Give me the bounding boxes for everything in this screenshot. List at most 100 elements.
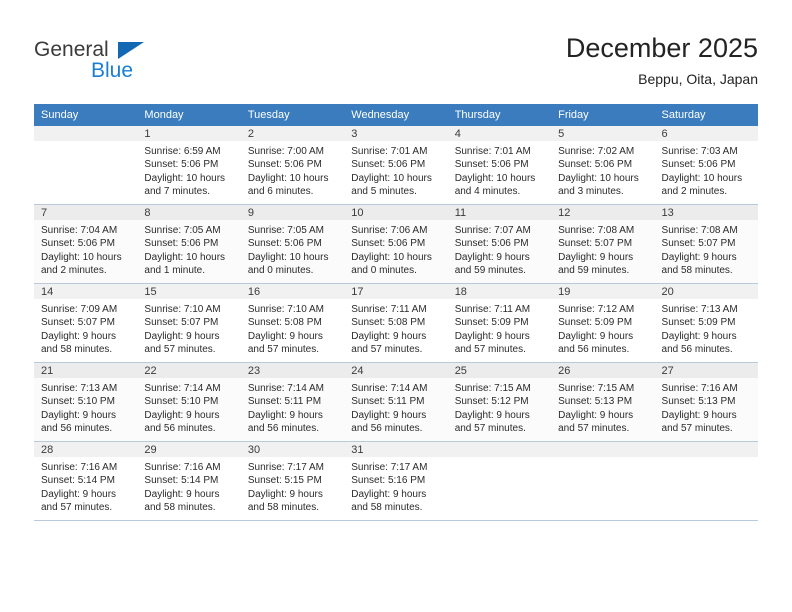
sunrise-time: Sunrise: 7:14 AM: [144, 383, 221, 394]
calendar-day-cell[interactable]: 2 Sunrise: 7:00 AM Sunset: 5:06 PM Daylight…: [240, 126, 345, 204]
sunset-time: Sunset: 5:08 PM: [351, 317, 426, 329]
daylight-duration-line2: and 57 minutes.: [351, 344, 423, 356]
daylight-duration-line1: Daylight: 9 hours: [247, 409, 323, 421]
day-number: 15: [137, 284, 241, 299]
daylight-duration-line2: and 3 minutes.: [558, 186, 624, 198]
sunrise-time: Sunrise: 7:17 AM: [247, 462, 324, 473]
sunset-time: Sunset: 5:10 PM: [41, 396, 115, 408]
weekday-header-thursday: Thursday: [447, 104, 552, 126]
day-number: 24: [344, 363, 448, 378]
calendar-week-row: 21 Sunrise: 7:13 AM Sunset: 5:10 PM Dayligh…: [34, 363, 758, 441]
calendar-day-cell[interactable]: 9 Sunrise: 7:05 AM Sunset: 5:06 PM Daylight…: [240, 205, 345, 283]
calendar-day-cell[interactable]: 29 Sunrise: 7:16 AM Sunset: 5:14 PM Dayligh…: [137, 442, 241, 520]
sunrise-time: Sunrise: 7:04 AM: [41, 225, 118, 236]
calendar-day-cell[interactable]: 15 Sunrise: 7:10 AM Sunset: 5:07 PM Dayligh…: [137, 284, 241, 362]
sunrise-time: Sunrise: 7:14 AM: [247, 383, 324, 394]
day-details: Sunrise: 7:15 AM Sunset: 5:13 PM Daylight:…: [551, 378, 654, 436]
sunrise-time: Sunrise: 7:05 AM: [247, 225, 324, 236]
weekday-header-saturday: Saturday: [654, 104, 758, 126]
daylight-duration-line1: Daylight: 9 hours: [41, 330, 117, 342]
sunset-time: Sunset: 5:13 PM: [558, 396, 633, 408]
daylight-duration-line1: Daylight: 10 hours: [351, 251, 432, 263]
calendar-day-cell[interactable]: 13 Sunrise: 7:08 AM Sunset: 5:07 PM Dayligh…: [654, 205, 758, 283]
calendar-day-cell[interactable]: 27 Sunrise: 7:16 AM Sunset: 5:13 PM Dayligh…: [654, 363, 758, 441]
day-number: 11: [447, 205, 552, 220]
day-details: Sunrise: 7:05 AM Sunset: 5:06 PM Daylight:…: [137, 220, 240, 278]
calendar-day-cell[interactable]: 21 Sunrise: 7:13 AM Sunset: 5:10 PM Dayligh…: [34, 363, 138, 441]
calendar-day-cell-empty: [654, 442, 758, 520]
daylight-duration-line2: and 57 minutes.: [454, 344, 526, 356]
calendar-page: General Blue December 2025 Beppu, Oita, …: [0, 0, 792, 612]
calendar-day-cell[interactable]: 31 Sunrise: 7:17 AM Sunset: 5:16 PM Dayligh…: [344, 442, 448, 520]
day-number: 25: [447, 363, 552, 378]
day-number: 7: [34, 205, 138, 220]
day-details: Sunrise: 7:03 AM Sunset: 5:06 PM Daylight:…: [655, 141, 758, 199]
sunrise-time: Sunrise: 7:15 AM: [558, 383, 635, 394]
day-details: Sunrise: 7:11 AM Sunset: 5:09 PM Daylight:…: [448, 299, 551, 357]
sunset-time: Sunset: 5:14 PM: [41, 475, 115, 487]
daylight-duration-line2: and 56 minutes.: [247, 423, 320, 435]
day-number: 12: [551, 205, 655, 220]
calendar-day-cell[interactable]: 18 Sunrise: 7:11 AM Sunset: 5:09 PM Dayligh…: [447, 284, 552, 362]
sunrise-time: Sunrise: 7:11 AM: [351, 304, 427, 315]
calendar-day-cell[interactable]: 20 Sunrise: 7:13 AM Sunset: 5:09 PM Dayligh…: [654, 284, 758, 362]
calendar-day-cell[interactable]: 6 Sunrise: 7:03 AM Sunset: 5:06 PM Daylight…: [654, 126, 758, 204]
sunset-time: Sunset: 5:06 PM: [661, 159, 736, 171]
calendar-day-cell[interactable]: 10 Sunrise: 7:06 AM Sunset: 5:06 PM Dayligh…: [344, 205, 448, 283]
calendar-day-cell[interactable]: 11 Sunrise: 7:07 AM Sunset: 5:06 PM Dayligh…: [447, 205, 552, 283]
calendar-day-cell[interactable]: 7 Sunrise: 7:04 AM Sunset: 5:06 PM Daylight…: [34, 205, 138, 283]
daylight-duration-line2: and 58 minutes.: [144, 502, 216, 514]
daylight-duration-line2: and 2 minutes.: [661, 186, 728, 198]
daylight-duration-line1: Daylight: 10 hours: [351, 172, 432, 184]
calendar-day-cell[interactable]: 30 Sunrise: 7:17 AM Sunset: 5:15 PM Dayligh…: [240, 442, 345, 520]
daylight-duration-line2: and 56 minutes.: [144, 423, 216, 435]
generalblue-logo[interactable]: General Blue: [34, 38, 234, 88]
calendar-day-cell[interactable]: 3 Sunrise: 7:01 AM Sunset: 5:06 PM Daylight…: [344, 126, 448, 204]
calendar-day-cell[interactable]: 14 Sunrise: 7:09 AM Sunset: 5:07 PM Dayligh…: [34, 284, 138, 362]
sunrise-time: Sunrise: 7:14 AM: [351, 383, 428, 394]
daylight-duration-line2: and 58 minutes.: [351, 502, 423, 514]
daylight-duration-line1: Daylight: 10 hours: [661, 172, 743, 184]
page-subtitle: Beppu, Oita, Japan: [638, 71, 758, 87]
calendar-day-cell[interactable]: 26 Sunrise: 7:15 AM Sunset: 5:13 PM Dayligh…: [551, 363, 655, 441]
day-details: Sunrise: 7:13 AM Sunset: 5:10 PM Daylight:…: [34, 378, 137, 436]
day-number: 9: [240, 205, 345, 220]
sunrise-time: Sunrise: 7:13 AM: [41, 383, 118, 394]
sunset-time: Sunset: 5:07 PM: [41, 317, 115, 329]
calendar-day-cell[interactable]: 16 Sunrise: 7:10 AM Sunset: 5:08 PM Dayligh…: [240, 284, 345, 362]
calendar-day-cell[interactable]: 19 Sunrise: 7:12 AM Sunset: 5:09 PM Dayligh…: [551, 284, 655, 362]
calendar-day-cell[interactable]: 12 Sunrise: 7:08 AM Sunset: 5:07 PM Dayligh…: [551, 205, 655, 283]
daylight-duration-line1: Daylight: 9 hours: [351, 330, 427, 342]
week-separator-line: [34, 520, 758, 521]
sunrise-time: Sunrise: 6:59 AM: [144, 146, 221, 157]
calendar-day-cell[interactable]: 17 Sunrise: 7:11 AM Sunset: 5:08 PM Dayligh…: [344, 284, 448, 362]
daylight-duration-line1: Daylight: 10 hours: [144, 172, 226, 184]
calendar-day-cell[interactable]: 4 Sunrise: 7:01 AM Sunset: 5:06 PM Daylight…: [447, 126, 552, 204]
sunset-time: Sunset: 5:06 PM: [351, 238, 426, 250]
day-details: Sunrise: 7:09 AM Sunset: 5:07 PM Daylight:…: [34, 299, 137, 357]
daylight-duration-line1: Daylight: 9 hours: [351, 409, 427, 421]
calendar-day-cell[interactable]: 22 Sunrise: 7:14 AM Sunset: 5:10 PM Dayligh…: [137, 363, 241, 441]
sunset-time: Sunset: 5:09 PM: [558, 317, 633, 329]
day-details: Sunrise: 7:14 AM Sunset: 5:11 PM Daylight:…: [241, 378, 344, 436]
calendar-day-cell[interactable]: 1 Sunrise: 6:59 AM Sunset: 5:06 PM Daylight…: [137, 126, 241, 204]
calendar-day-cell[interactable]: 24 Sunrise: 7:14 AM Sunset: 5:11 PM Dayligh…: [344, 363, 448, 441]
calendar-day-cell[interactable]: 8 Sunrise: 7:05 AM Sunset: 5:06 PM Daylight…: [137, 205, 241, 283]
sunrise-time: Sunrise: 7:16 AM: [41, 462, 118, 473]
daylight-duration-line1: Daylight: 9 hours: [454, 251, 530, 263]
calendar-grid: Sunday Monday Tuesday Wednesday Thursday…: [34, 104, 758, 521]
day-number: 26: [551, 363, 655, 378]
sunset-time: Sunset: 5:12 PM: [454, 396, 529, 408]
calendar-day-cell[interactable]: 28 Sunrise: 7:16 AM Sunset: 5:14 PM Dayligh…: [34, 442, 138, 520]
day-number: 13: [654, 205, 758, 220]
day-details: Sunrise: 7:14 AM Sunset: 5:10 PM Daylight:…: [137, 378, 240, 436]
daylight-duration-line2: and 57 minutes.: [454, 423, 526, 435]
calendar-day-cell[interactable]: 5 Sunrise: 7:02 AM Sunset: 5:06 PM Daylight…: [551, 126, 655, 204]
calendar-day-cell[interactable]: 23 Sunrise: 7:14 AM Sunset: 5:11 PM Dayligh…: [240, 363, 345, 441]
day-details: Sunrise: 7:06 AM Sunset: 5:06 PM Daylight:…: [344, 220, 447, 278]
sunset-time: Sunset: 5:07 PM: [558, 238, 633, 250]
daylight-duration-line1: Daylight: 10 hours: [558, 172, 639, 184]
sunset-time: Sunset: 5:06 PM: [558, 159, 633, 171]
sunrise-time: Sunrise: 7:00 AM: [247, 146, 324, 157]
calendar-day-cell[interactable]: 25 Sunrise: 7:15 AM Sunset: 5:12 PM Dayligh…: [447, 363, 552, 441]
